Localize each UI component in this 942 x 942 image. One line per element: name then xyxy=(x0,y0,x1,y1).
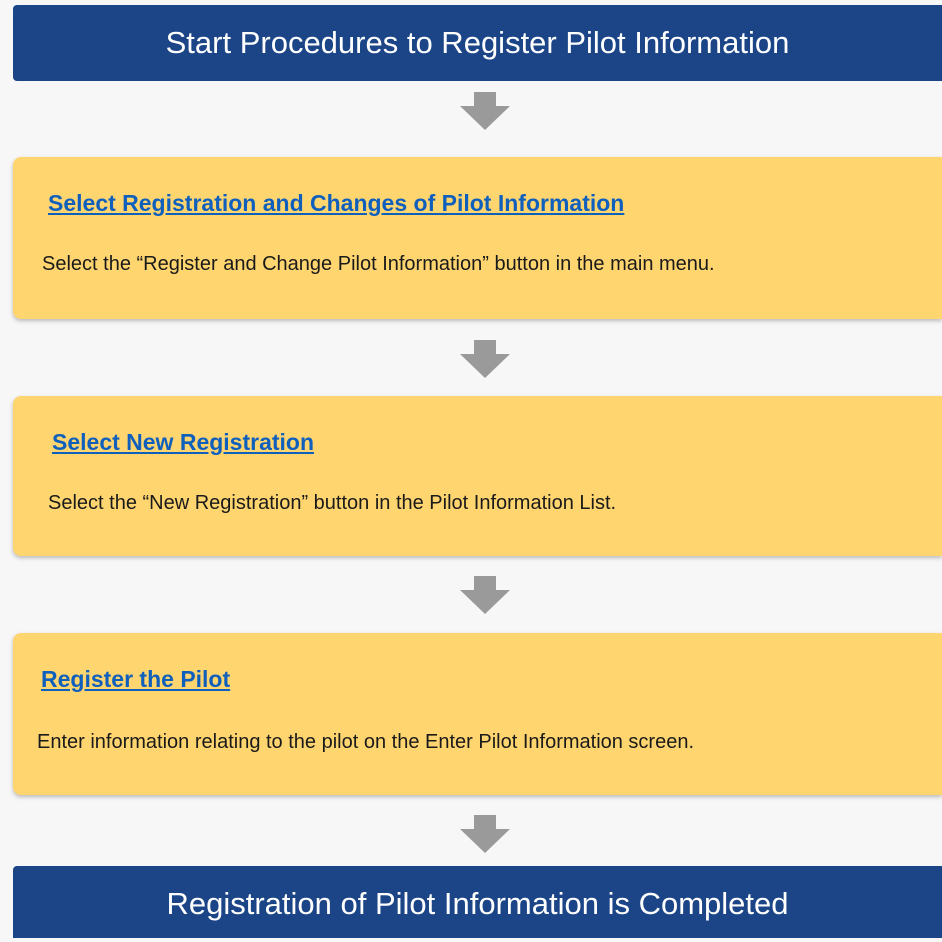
start-banner: Start Procedures to Register Pilot Infor… xyxy=(13,5,942,81)
end-banner: Registration of Pilot Information is Com… xyxy=(13,866,942,938)
step-description: Select the “Register and Change Pilot In… xyxy=(42,253,715,275)
step-select-new-registration: Select New Registration Select the “New … xyxy=(13,396,942,556)
step-title-link[interactable]: Select New Registration xyxy=(52,429,314,456)
step-register-pilot: Register the Pilot Enter information rel… xyxy=(13,633,942,795)
step-title-link[interactable]: Register the Pilot xyxy=(41,666,230,693)
arrow-down-icon xyxy=(460,340,510,378)
step-select-registration: Select Registration and Changes of Pilot… xyxy=(13,157,942,319)
step-description: Enter information relating to the pilot … xyxy=(37,731,695,753)
arrow-down-icon xyxy=(460,576,510,614)
arrow-down-icon xyxy=(460,92,510,130)
step-title-link[interactable]: Select Registration and Changes of Pilot… xyxy=(48,190,624,217)
step-description: Select the “New Registration” button in … xyxy=(48,492,617,514)
arrow-down-icon xyxy=(460,815,510,853)
